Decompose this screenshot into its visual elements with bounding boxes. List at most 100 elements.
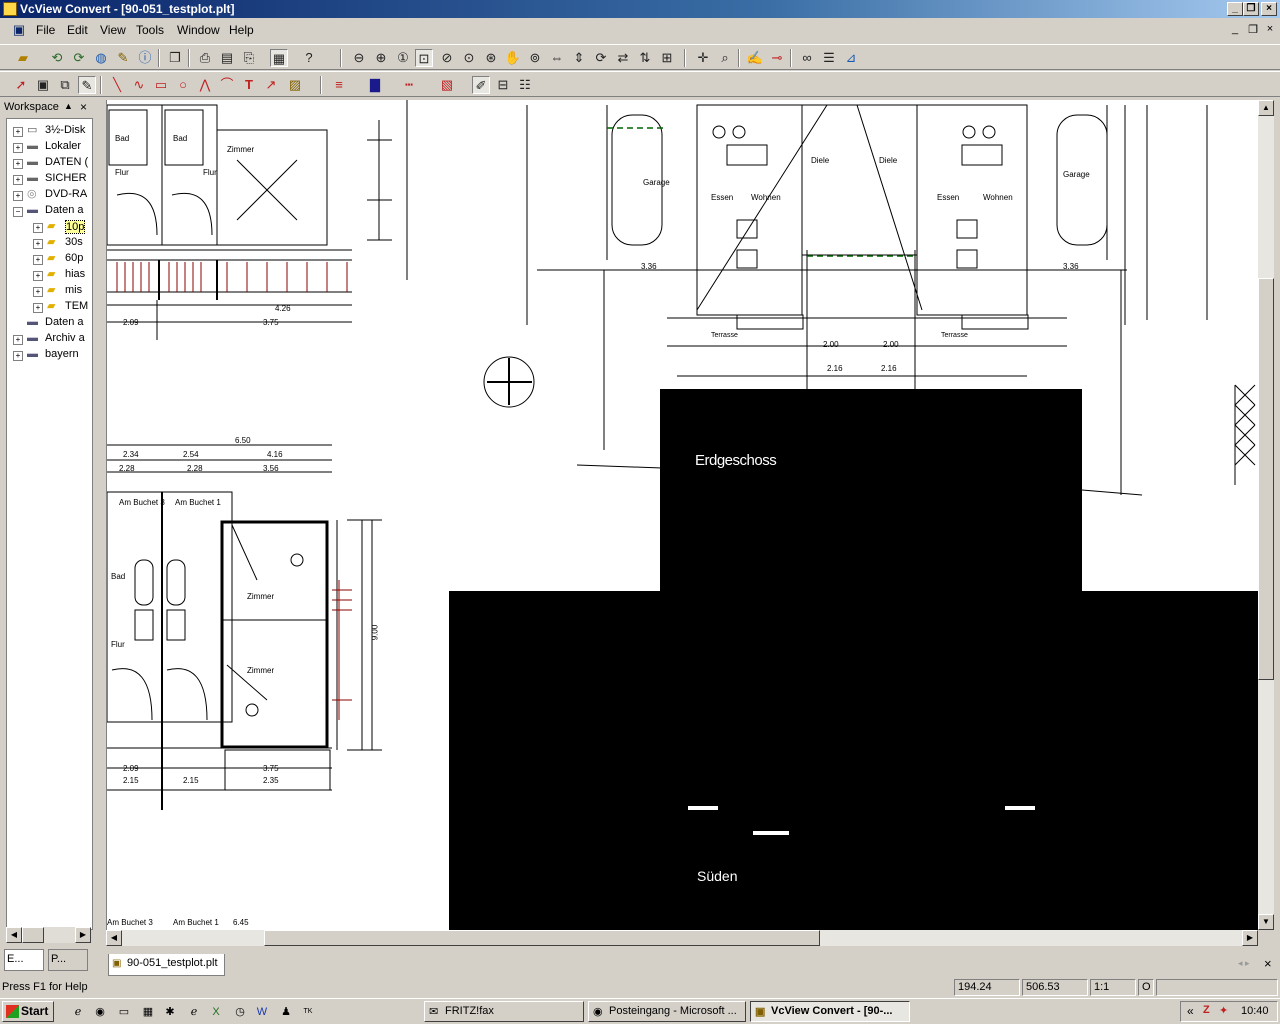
tk-icon[interactable]: TK [300, 1004, 316, 1020]
start-button[interactable]: Start [2, 1001, 54, 1022]
task-outlook[interactable]: ◉ Posteingang - Microsoft ... [588, 1001, 746, 1022]
mdi-minimize-button[interactable]: _ [1228, 23, 1242, 35]
tab-properties[interactable]: P... [48, 949, 88, 971]
desktop-icon[interactable]: ▭ [116, 1004, 132, 1020]
rotate-icon[interactable]: ⟳ [592, 49, 610, 67]
help-icon[interactable]: ? [300, 49, 318, 67]
dimension-icon[interactable]: ↗ [262, 76, 280, 94]
tray-acrobat-icon[interactable]: ✦ [1219, 1004, 1228, 1017]
workspace-tree[interactable]: + ▭ 3½-Disk + ▬ Lokaler + ▬ DATEN (+ ▬ SICHER + ◎ DVD… [6, 118, 93, 930]
outlook-icon[interactable]: ◉ [92, 1004, 108, 1020]
close-document-button[interactable]: × [1264, 956, 1272, 971]
vertical-scrollbar[interactable]: ▲ ▼ [1258, 100, 1274, 930]
magnifier-icon[interactable]: ✛ [694, 49, 712, 67]
menu-edit[interactable]: Edit [67, 23, 88, 37]
tree-expander-icon[interactable]: + [13, 175, 23, 185]
zoom-dynamic-icon[interactable]: ⊚ [526, 49, 544, 67]
scroll-left-button[interactable]: ◀ [106, 930, 122, 946]
info-icon[interactable]: ⓘ [136, 49, 154, 67]
edit-icon[interactable]: ✎ [78, 76, 96, 94]
layer-icon[interactable]: ∞ [798, 49, 816, 67]
drawing-canvas[interactable]: Zimmer Bad Bad Flur Flur Essen Wohnen Es… [106, 100, 1259, 930]
zoom-1to1-icon[interactable]: ① [394, 49, 412, 67]
pin-icon[interactable]: ♟ [278, 1004, 294, 1020]
tree-expander-icon[interactable]: + [13, 143, 23, 153]
zoom-previous-icon[interactable]: ⊘ [438, 49, 456, 67]
scroll-down-button[interactable]: ▼ [1258, 914, 1274, 930]
ie-icon[interactable]: ℯ [70, 1004, 86, 1020]
image-icon[interactable]: ▨ [286, 76, 304, 94]
horizontal-scroll-thumb[interactable] [264, 930, 820, 946]
pan-icon[interactable]: ✋ [504, 49, 522, 67]
clock[interactable]: 10:40 [1241, 1005, 1269, 1017]
scroll-thumb[interactable] [22, 927, 44, 943]
tree-expander-icon[interactable]: + [33, 303, 43, 313]
layout-icon[interactable]: ▦ [270, 49, 288, 67]
print-icon[interactable]: ⎙ [196, 49, 214, 67]
print-preview-icon[interactable]: ▤ [218, 49, 236, 67]
copy-icon[interactable]: ❐ [166, 49, 184, 67]
task-fritzfax[interactable]: ✉ FRITZ!fax [424, 1001, 584, 1022]
tree-expander-icon[interactable]: + [33, 255, 43, 265]
workspace-pin-icon[interactable]: ▲ [64, 101, 73, 111]
tree-expander-icon[interactable]: + [33, 271, 43, 281]
document-icon[interactable]: ▣ [10, 21, 28, 39]
zoom-extents-icon[interactable]: ⊛ [482, 49, 500, 67]
workspace-hscrollbar[interactable]: ◀ ▶ [6, 927, 91, 943]
app-icon[interactable] [3, 2, 17, 16]
zoom-out-icon[interactable]: ⊖ [350, 49, 368, 67]
crosshair-icon[interactable]: ⊞ [658, 49, 676, 67]
color-icon[interactable]: ✍ [746, 49, 764, 67]
tree-expander-icon[interactable]: + [13, 351, 23, 361]
task-vcview[interactable]: ▣ VcView Convert - [90-... [750, 1001, 910, 1022]
mirror-icon[interactable]: ⇄ [614, 49, 632, 67]
mdi-close-button[interactable]: × [1263, 23, 1277, 35]
restore-button[interactable]: ❐ [1243, 2, 1259, 16]
markup-stack-icon[interactable]: ☷ [516, 76, 534, 94]
document-tab[interactable]: ▣ 90-051_testplot.plt [108, 954, 225, 976]
menu-file[interactable]: File [36, 23, 55, 37]
tree-expander-icon[interactable]: + [13, 127, 23, 137]
line-icon[interactable]: ╲ [108, 76, 126, 94]
stamp-icon[interactable]: ☰ [820, 49, 838, 67]
line-color-icon[interactable]: ▇ [366, 76, 384, 94]
save-icon[interactable]: ⟲ [48, 49, 66, 67]
zoom-in-icon[interactable]: ⊕ [372, 49, 390, 67]
rectangle-icon[interactable]: ▭ [152, 76, 170, 94]
select-arrow-icon[interactable]: ➚ [12, 76, 30, 94]
print-all-icon[interactable]: ⎘ [240, 49, 258, 67]
title-bar[interactable]: VcView Convert - [90-051_testplot.plt] _… [0, 0, 1280, 18]
tree-expander-icon[interactable]: + [33, 239, 43, 249]
mdi-restore-button[interactable]: ❐ [1246, 23, 1260, 36]
markup-layer-icon[interactable]: ⊟ [494, 76, 512, 94]
tab-scroll-arrows[interactable]: ◂ ▸ [1238, 958, 1250, 969]
network-icon[interactable]: ✱ [162, 1004, 178, 1020]
tab-explorer[interactable]: E... [4, 949, 44, 971]
flip-icon[interactable]: ⇅ [636, 49, 654, 67]
lock-icon[interactable]: ▣ [34, 76, 52, 94]
circle-icon[interactable]: ○ [174, 76, 192, 94]
horizontal-scrollbar[interactable]: ◀ ▶ [106, 930, 1258, 946]
measure-icon[interactable]: ⌕ [716, 49, 734, 67]
print-setup-icon[interactable]: ✎ [114, 49, 132, 67]
save-as-icon[interactable]: ⟳ [70, 49, 88, 67]
fit-height-icon[interactable]: ⇕ [570, 49, 588, 67]
globe-icon[interactable]: ◍ [92, 49, 110, 67]
tray-z-icon[interactable]: Z [1203, 1004, 1210, 1016]
ruler-icon[interactable]: ⊿ [842, 49, 860, 67]
compare-icon[interactable]: ⊸ [768, 49, 786, 67]
word-icon[interactable]: W [254, 1004, 270, 1020]
text-icon[interactable]: T [240, 76, 258, 94]
menu-tools[interactable]: Tools [136, 23, 164, 37]
scroll-left-button[interactable]: ◀ [6, 927, 22, 943]
browser-icon[interactable]: ℯ [186, 1004, 202, 1020]
fit-width-icon[interactable]: ⇔ [548, 49, 566, 67]
menu-view[interactable]: View [100, 23, 126, 37]
line-style-icon[interactable]: ┅ [400, 76, 418, 94]
calculator-icon[interactable]: ▦ [140, 1004, 156, 1020]
scroll-right-button[interactable]: ▶ [1242, 930, 1258, 946]
scroll-up-button[interactable]: ▲ [1258, 100, 1274, 116]
tree-expander-icon[interactable]: + [13, 159, 23, 169]
copy-object-icon[interactable]: ⧉ [56, 76, 74, 94]
hatch-icon[interactable]: ▧ [438, 76, 456, 94]
